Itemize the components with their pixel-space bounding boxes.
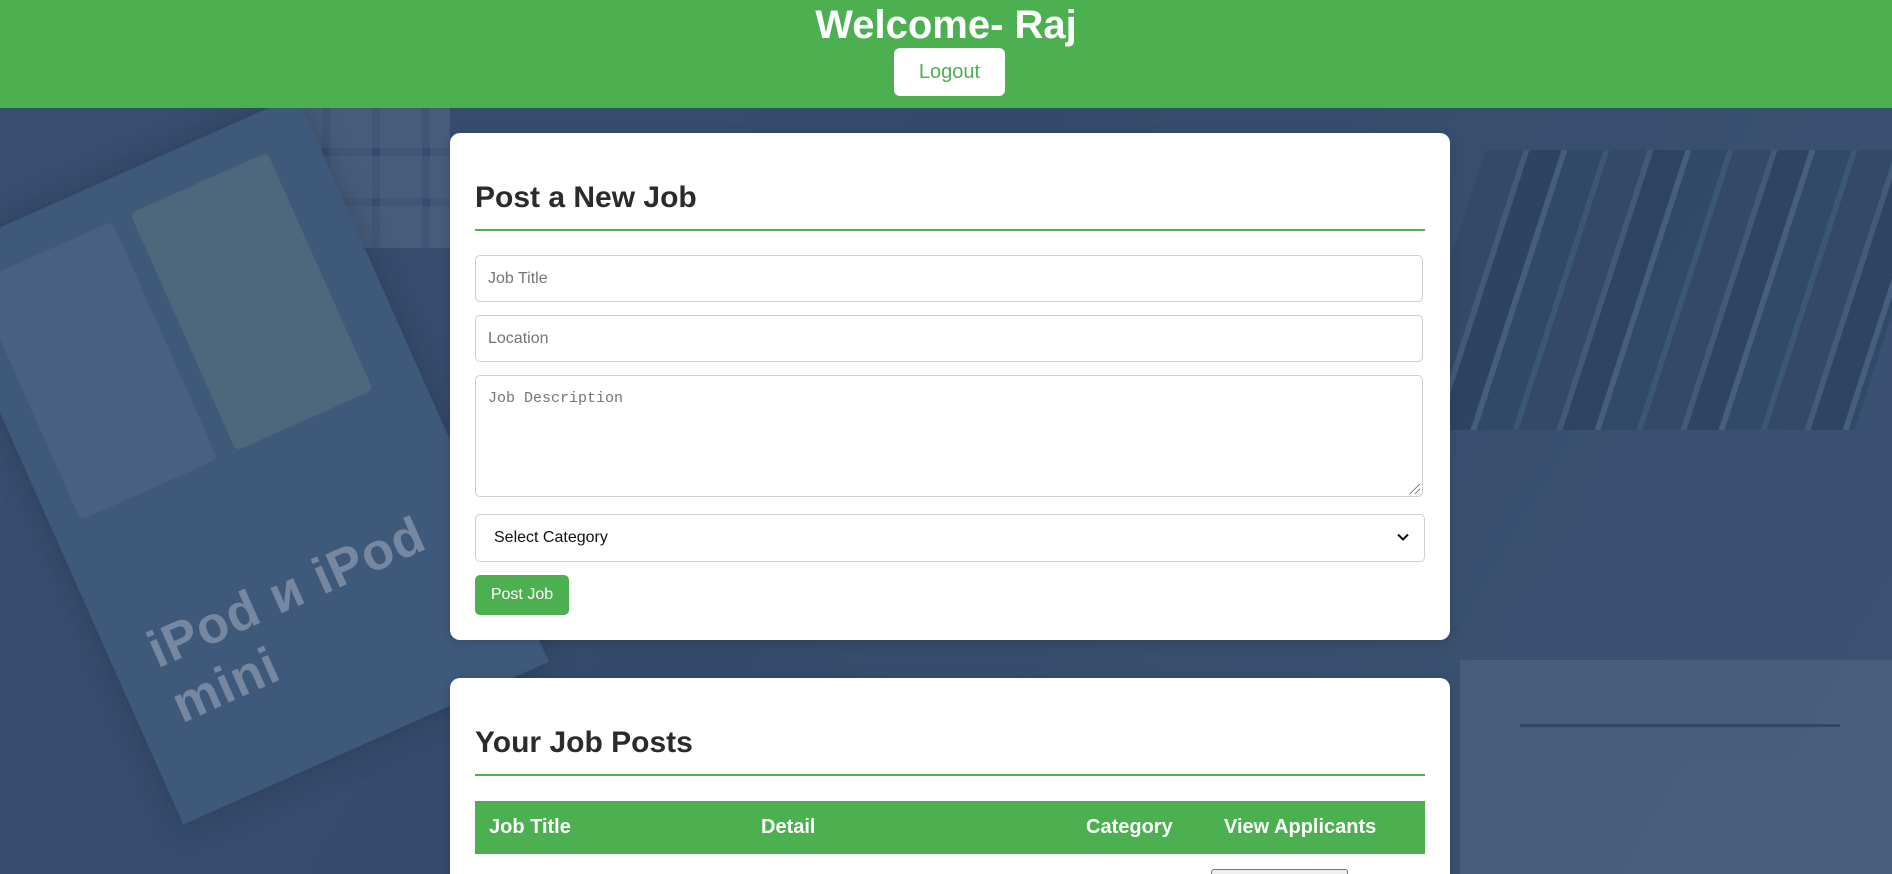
table-row (475, 854, 1425, 874)
chevron-down-icon (1397, 533, 1409, 541)
column-header-category: Category (1072, 801, 1210, 854)
location-input[interactable]: Location (475, 315, 1423, 362)
job-posts-card: Your Job Posts Job Title Detail Category… (450, 678, 1450, 874)
table-cell (475, 854, 747, 874)
table-header-row: Job Title Detail Category View Applicant… (475, 801, 1425, 854)
post-job-card: Post a New Job Job Title Location Job De… (450, 133, 1450, 640)
job-posts-table: Job Title Detail Category View Applicant… (475, 801, 1425, 874)
job-posts-heading: Your Job Posts (475, 726, 1425, 776)
post-job-heading: Post a New Job (475, 181, 1425, 231)
welcome-title: Welcome- Raj (815, 3, 1077, 47)
table-cell (1072, 854, 1210, 874)
job-title-placeholder: Job Title (488, 270, 548, 287)
resize-grip-icon[interactable] (1410, 484, 1420, 494)
job-description-textarea[interactable]: Job Description (475, 375, 1423, 497)
column-header-view-applicants: View Applicants (1210, 801, 1425, 854)
job-description-placeholder: Job Description (488, 390, 624, 407)
table-cell (747, 854, 1072, 874)
page-header: Welcome- Raj Logout (0, 0, 1892, 108)
logout-button[interactable]: Logout (894, 48, 1005, 96)
category-select[interactable]: Select Category (475, 514, 1425, 562)
table-cell (1210, 854, 1425, 874)
post-job-button[interactable]: Post Job (475, 575, 569, 615)
job-title-input[interactable]: Job Title (475, 255, 1423, 302)
column-header-detail: Detail (747, 801, 1072, 854)
column-header-job-title: Job Title (475, 801, 747, 854)
location-placeholder: Location (488, 330, 549, 347)
view-applicants-button[interactable] (1211, 869, 1348, 874)
category-selected-value: Select Category (494, 529, 608, 546)
